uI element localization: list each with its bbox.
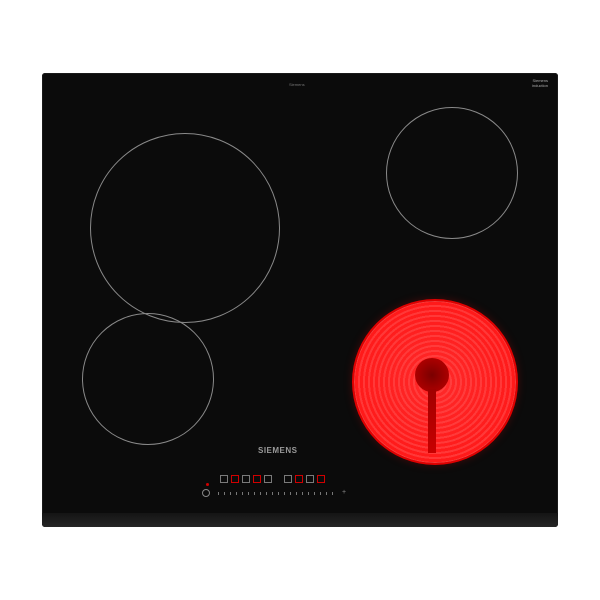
heating-element-hub [415,358,449,392]
touch-control-panel: + [202,473,362,503]
plus-icon[interactable]: + [342,489,346,496]
cooking-zone-front-right-active[interactable] [354,301,516,463]
cooking-zone-back-left[interactable] [90,133,280,323]
power-level-slider[interactable] [218,492,336,495]
control-group-right [284,475,325,483]
heating-element-stem [428,389,436,453]
control-group-left [220,475,272,483]
brand-logo: SIEMENS [258,446,298,455]
status-indicator-dot [206,483,209,486]
power-icon[interactable] [202,489,210,497]
heat-level-display-icon [253,475,261,483]
cooking-zone-front-left[interactable] [82,313,214,445]
heat-level-display-icon [317,475,325,483]
zone-select-icon[interactable] [284,475,292,483]
cooking-zone-back-right[interactable] [386,107,518,239]
timer-icon[interactable] [264,475,272,483]
heat-level-display-icon [295,475,303,483]
zone-select-icon[interactable] [242,475,250,483]
cooktop-glass: Siemens Siemens induction SIEMENS + [42,73,558,527]
heat-level-display-icon [231,475,239,483]
badge-line-2: induction [531,83,548,88]
top-model-label: Siemens [289,82,305,87]
zone-select-icon[interactable] [220,475,228,483]
feature-badge: Siemens induction [532,78,548,88]
zone-select-icon[interactable] [306,475,314,483]
front-edge-trim [42,513,558,527]
